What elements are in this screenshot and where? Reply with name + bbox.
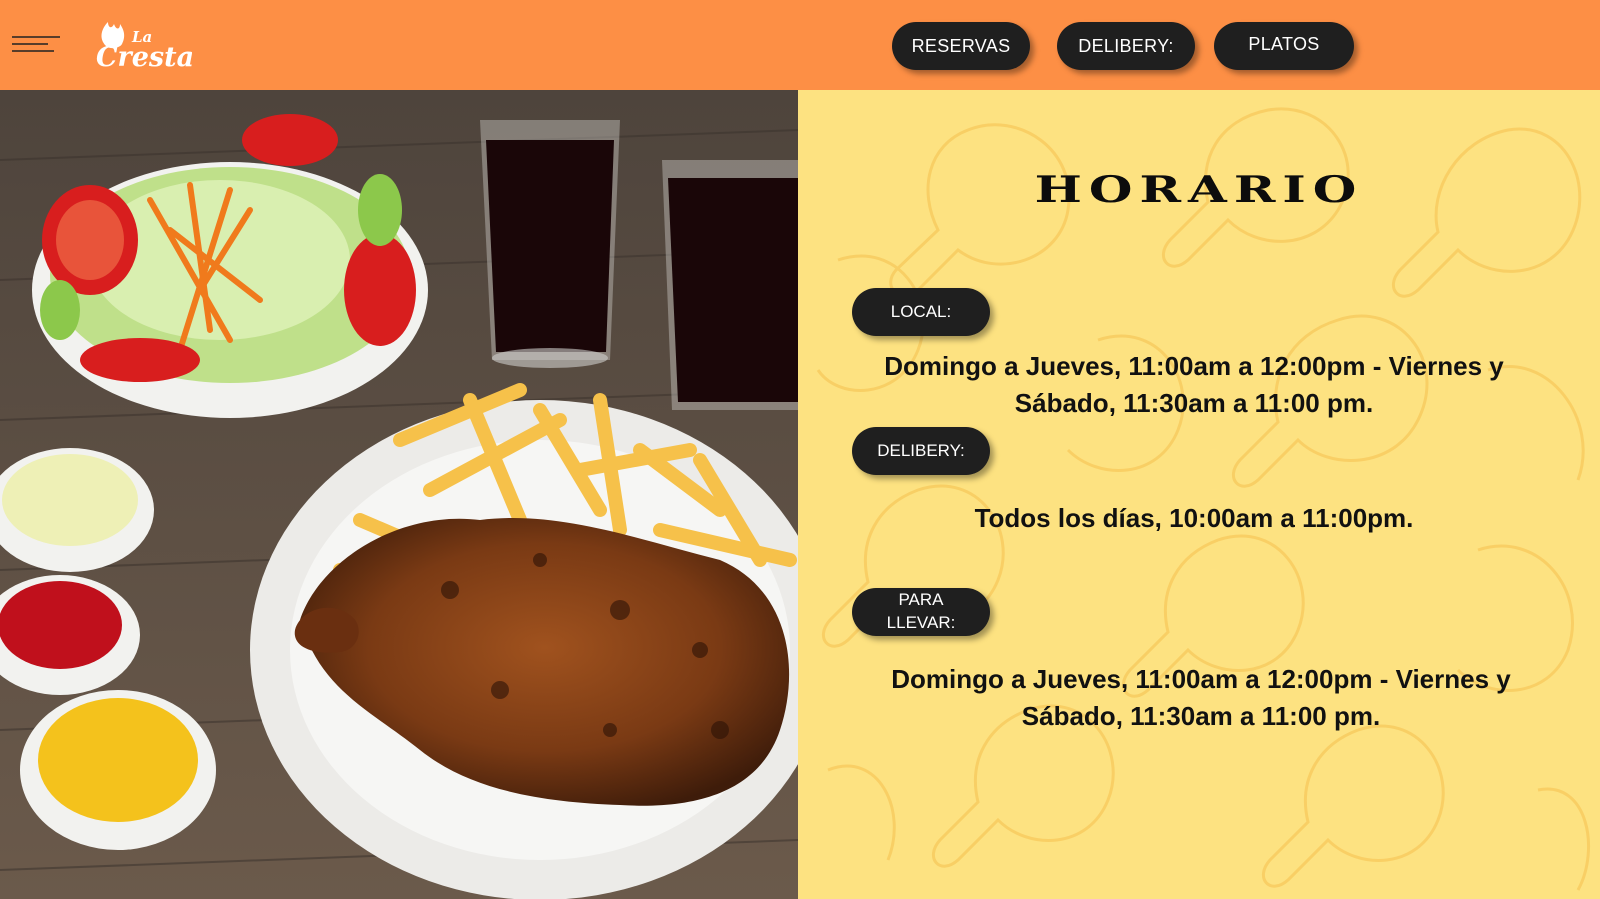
- food-photo: [0, 90, 798, 899]
- drumstick-pattern: [816, 107, 1591, 891]
- local-hours-text: Domingo a Jueves, 11:00am a 12:00pm - Vi…: [884, 351, 1504, 418]
- schedule-panel: HORARIO LOCAL: Domingo a Jueves, 11:00am…: [798, 90, 1600, 899]
- top-header: La Cresta RESERVAS DELIBERY: PLATOS: [0, 0, 1600, 90]
- brand-logo[interactable]: La Cresta: [92, 16, 194, 74]
- para-llevar-label-badge: PARA LLEVAR:: [852, 588, 990, 636]
- delibery-label-badge: DELIBERY:: [852, 427, 990, 475]
- svg-text:Cresta: Cresta: [96, 42, 192, 73]
- para-llevar-hours-text: Domingo a Jueves, 11:00am a 12:00pm - Vi…: [891, 664, 1511, 731]
- page-title: HORARIO: [1034, 168, 1364, 211]
- menu-icon[interactable]: [12, 34, 62, 56]
- local-label-badge: LOCAL:: [852, 288, 990, 336]
- nav-reservas-button[interactable]: RESERVAS: [892, 22, 1030, 70]
- delibery-hours-text: Todos los días, 10:00am a 11:00pm.: [974, 503, 1414, 533]
- nav-delibery-button[interactable]: DELIBERY:: [1057, 22, 1195, 70]
- nav-platos-button[interactable]: PLATOS: [1214, 22, 1354, 70]
